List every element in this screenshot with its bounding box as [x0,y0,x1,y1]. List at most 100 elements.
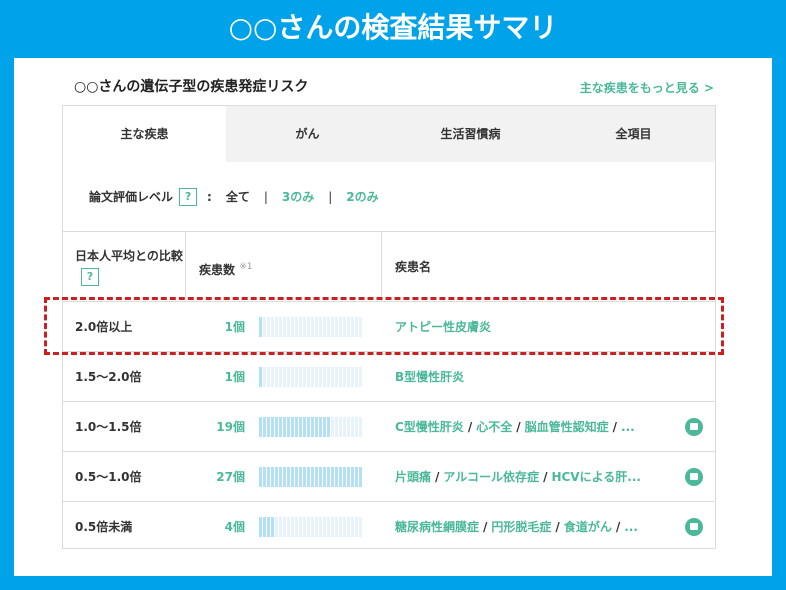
bar-segment [315,417,318,437]
bar-segment [347,467,350,487]
bar-segment [331,417,334,437]
name-separator: / [555,520,560,534]
bar-segment [275,517,278,537]
header-ratio: 日本人平均との比較 ? [75,246,185,286]
table-header: 日本人平均との比較 ? 疾患数 ※1 疾患名 [63,232,715,302]
bar-segment [263,517,266,537]
bar-segment [339,367,342,387]
bar-segment [315,467,318,487]
more-diseases-link[interactable]: 主な疾患をもっと見る > [580,79,714,96]
row-disease-names: 糖尿病性網膜症 / 円形脱毛症 / 食道がん /... [395,502,685,552]
section-title: ○○さんの遺伝子型の疾患発症リスク [74,79,309,95]
bar-segment [303,367,306,387]
bar-segment [303,467,306,487]
tab-lifestyle-diseases[interactable]: 生活習慣病 [389,106,552,162]
header-names: 疾患名 [395,260,432,274]
count-bar [259,367,363,387]
name-separator: / [516,420,521,434]
slide-title: ○○さんの検査結果サマリ [228,11,558,44]
bar-segment [311,417,314,437]
disease-link[interactable]: 心不全 [476,420,512,434]
bar-segment [335,367,338,387]
bar-segment [307,417,310,437]
bar-segment [271,367,274,387]
bar-segment [287,467,290,487]
disease-link[interactable]: アルコール依存症 [443,470,539,484]
filter-option-level2[interactable]: 2のみ [346,188,378,205]
bar-segment [359,467,362,487]
bar-segment [299,467,302,487]
filter-option-level3[interactable]: 3のみ [282,188,314,205]
disease-link[interactable]: ... [624,520,638,534]
bar-segment [339,517,342,537]
bar-segment [299,367,302,387]
bar-segment [355,467,358,487]
disease-link[interactable]: C型慢性肝炎 [395,420,464,434]
bar-segment [259,467,262,487]
name-separator: / [467,420,473,434]
bar-segment [327,367,330,387]
tab-main-diseases[interactable]: 主な疾患 [63,106,226,162]
bar-segment [343,417,346,437]
tab-cancer[interactable]: がん [226,106,389,162]
bar-segment [283,517,286,537]
bar-segment [299,417,302,437]
row-disease-names: B型慢性肝炎 [395,352,685,402]
bar-segment [331,517,334,537]
disease-link[interactable]: 円形脱毛症 [491,520,551,534]
disease-link[interactable]: 片頭痛 [395,470,431,484]
row-count[interactable]: 1個 [203,352,245,402]
row-count[interactable]: 19個 [203,402,245,452]
bar-segment [359,367,362,387]
bar-segment [291,417,294,437]
disease-link[interactable]: 脳血管性認知症 [525,420,609,434]
chat-bubble-icon[interactable] [685,468,703,486]
bar-segment [303,417,306,437]
bar-segment [319,417,322,437]
count-bar [259,467,363,487]
bar-segment [323,467,326,487]
disease-link[interactable]: B型慢性肝炎 [395,370,464,384]
bar-segment [327,417,330,437]
bar-segment [351,367,354,387]
disease-link[interactable]: HCVによる肝... [551,470,640,484]
tab-bar: 主な疾患 がん 生活習慣病 全項目 [63,106,715,162]
header-count-label: 疾患数 [199,263,236,277]
disease-link[interactable]: 糖尿病性網膜症 [395,520,479,534]
tab-all-items[interactable]: 全項目 [552,106,715,162]
row-count[interactable]: 4個 [203,502,245,552]
chat-bubble-icon[interactable] [685,518,703,536]
bar-segment [271,417,274,437]
bar-segment [279,517,282,537]
bar-segment [279,417,282,437]
bar-segment [283,467,286,487]
help-icon[interactable]: ? [179,187,198,206]
chat-bubble-icon[interactable] [685,418,703,436]
bar-segment [271,467,274,487]
bar-segment [327,517,330,537]
bar-segment [307,467,310,487]
bar-segment [335,467,338,487]
bar-segment [279,467,282,487]
bar-segment [311,517,314,537]
footnote-mark: ※1 [239,262,253,272]
column-divider [381,232,382,302]
row-count[interactable]: 27個 [203,452,245,502]
bar-segment [259,367,262,387]
bar-segment [355,517,358,537]
filter-separator: | [328,189,333,204]
bar-segment [259,417,262,437]
disease-link[interactable]: 食道がん [564,520,612,534]
bar-segment [283,367,286,387]
bar-segment [311,467,314,487]
bar-segment [303,517,306,537]
help-icon[interactable]: ? [81,268,99,286]
table-row: 1.5〜2.0倍 1個 B型慢性肝炎 [63,352,715,402]
filter-option-all[interactable]: 全て [226,188,250,205]
disease-link[interactable]: ... [621,420,635,434]
name-separator: / [543,470,548,484]
bar-segment [287,367,290,387]
bar-segment [315,517,318,537]
bar-segment [271,517,274,537]
table-row: 0.5倍未満 4個 糖尿病性網膜症 / 円形脱毛症 / 食道がん /... [63,502,715,552]
